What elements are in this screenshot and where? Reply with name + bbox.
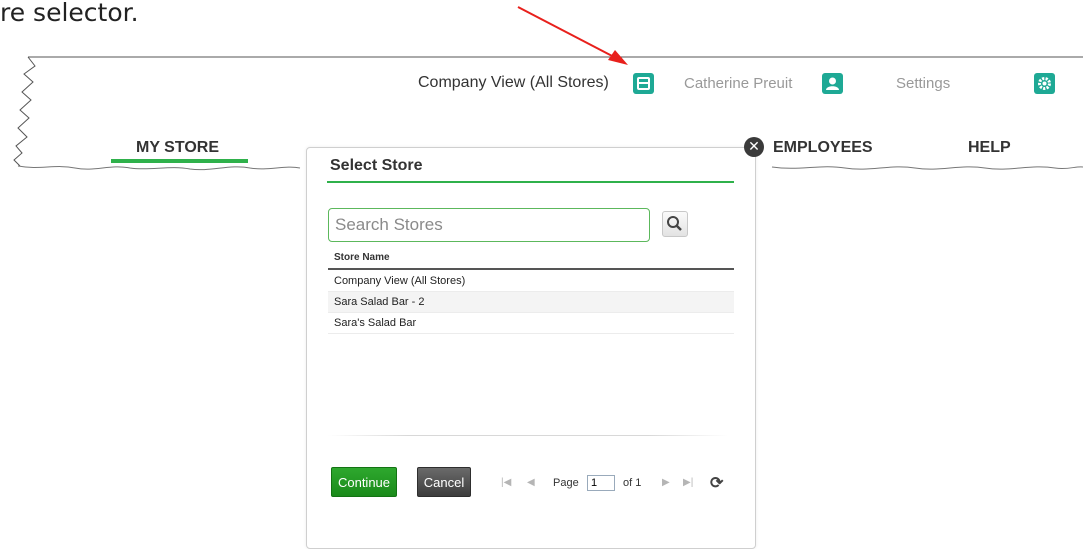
user-icon[interactable] [822, 73, 843, 94]
page-count-label: of 1 [623, 477, 642, 489]
gear-icon[interactable] [1034, 73, 1055, 94]
search-input[interactable] [328, 208, 650, 242]
search-button[interactable] [662, 211, 688, 237]
cancel-button[interactable]: Cancel [417, 467, 471, 497]
footer-divider [328, 435, 728, 436]
table-row[interactable]: Sara Salad Bar - 2 [328, 292, 734, 313]
user-name[interactable]: Catherine Preuit [684, 75, 792, 92]
first-page-icon[interactable]: |◀ [501, 477, 511, 488]
refresh-icon[interactable]: ⟳ [710, 473, 723, 493]
last-page-icon[interactable]: ▶| [683, 477, 693, 488]
close-icon[interactable]: ✕ [744, 137, 764, 157]
previous-page-icon[interactable]: ◀ [527, 477, 535, 488]
settings-link[interactable]: Settings [896, 75, 950, 92]
continue-button[interactable]: Continue [331, 467, 397, 497]
tab-my-store[interactable]: MY STORE [136, 139, 219, 157]
table-row[interactable]: Sara's Salad Bar [328, 313, 734, 334]
store-selector-icon[interactable] [633, 73, 654, 94]
search-icon [667, 216, 682, 231]
title-divider [327, 181, 734, 183]
modal-title: Select Store [330, 157, 423, 174]
page-label: Page [553, 477, 579, 489]
company-view-selector[interactable]: Company View (All Stores) [418, 74, 609, 92]
page-number-input[interactable] [587, 475, 615, 491]
tab-employees[interactable]: EMPLOYEES [773, 139, 873, 157]
caption-text: re selector. [0, 0, 139, 27]
tab-help[interactable]: HELP [968, 139, 1011, 157]
next-page-icon[interactable]: ▶ [662, 477, 670, 488]
table-row[interactable]: Company View (All Stores) [328, 271, 734, 292]
column-header-store-name[interactable]: Store Name [328, 251, 734, 270]
active-tab-underline [111, 159, 248, 163]
